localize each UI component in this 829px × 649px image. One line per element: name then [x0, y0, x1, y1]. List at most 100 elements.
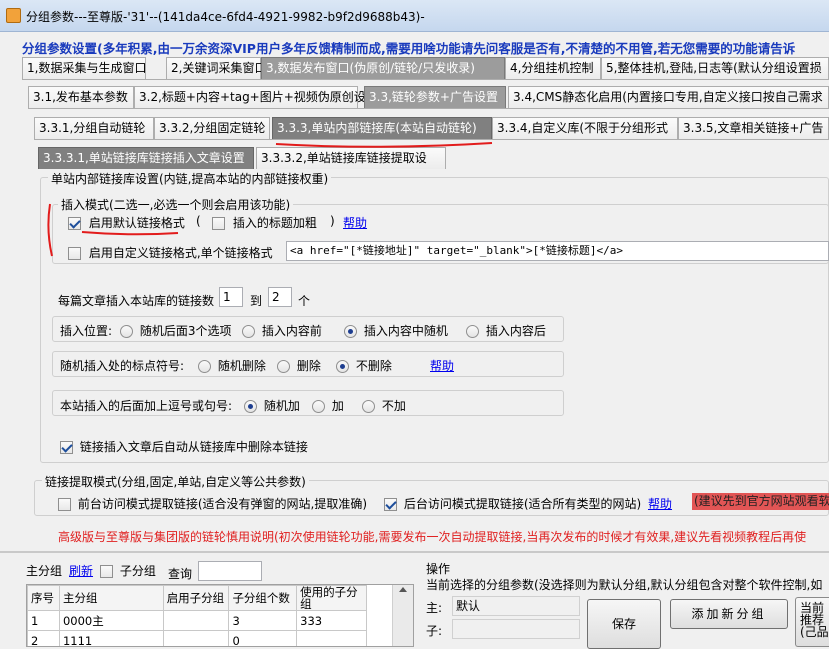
punct-keep-option[interactable]: 不删除	[336, 357, 392, 374]
sub-group-checkbox[interactable]	[100, 565, 113, 578]
scroll-up-icon[interactable]	[399, 587, 407, 592]
tabs-level4: 3.3.3.1,单站链接库链接插入文章设置 3.3.3.2,单站链接库链接提取设	[0, 147, 829, 169]
punct-keep-radio[interactable]	[336, 360, 349, 373]
table-row[interactable]: 1 0000主 3 333	[27, 610, 367, 631]
comma-random-radio[interactable]	[244, 400, 257, 413]
query-label: 查询	[168, 567, 193, 581]
divider	[28, 108, 829, 109]
tab-custom-library[interactable]: 3.3.4,自定义库(不限于分组形式	[492, 117, 678, 139]
frontend-extract-checkbox[interactable]	[58, 498, 71, 511]
sub-group-option[interactable]: 子分组	[100, 562, 156, 579]
paren-close: )	[330, 214, 335, 228]
group-table-container: 序号 主分组 启用子分组 子分组个数 使用的子分组 1 0000主 3 333 …	[26, 584, 414, 647]
paren-open: (	[196, 214, 201, 228]
bold-title-option[interactable]: 插入的标题加粗	[212, 214, 317, 231]
tab-publish-basic[interactable]: 3.1,发布基本参数	[28, 86, 134, 108]
tab-group-auto-wheel[interactable]: 3.3.1,分组自动链轮	[34, 117, 154, 139]
tab-overall-settings[interactable]: 5,整体挂机,登陆,日志等(默认分组设置损	[601, 57, 829, 79]
auto-delete-checkbox[interactable]	[60, 441, 73, 454]
backend-extract-checkbox[interactable]	[384, 498, 397, 511]
ops-main-value: 默认	[452, 596, 580, 616]
links-max-input[interactable]: 2	[268, 287, 292, 307]
ops-title: 操作	[426, 562, 451, 576]
cell-used-sub: 333	[296, 610, 367, 631]
frontend-extract-option[interactable]: 前台访问模式提取链接(适合没有弹窗的网站,提取准确)	[58, 495, 367, 512]
cell-sub-count: 0	[228, 630, 298, 646]
position-middle-option[interactable]: 插入内容中随机	[344, 322, 448, 339]
position-after-option[interactable]: 插入内容后	[466, 322, 546, 339]
tab-cms-static[interactable]: 3.4,CMS静态化启用(内置接口专用,自定义接口按自己需求	[508, 86, 829, 108]
tab-insert-settings[interactable]: 3.3.3.1,单站链接库链接插入文章设置	[38, 147, 254, 169]
default-format-option[interactable]: 启用默认链接格式	[68, 214, 185, 231]
ops-sub-value	[452, 619, 580, 639]
cell-enable-sub	[162, 630, 230, 646]
comma-add-option[interactable]: 加	[312, 397, 344, 414]
punct-delete-radio[interactable]	[277, 360, 290, 373]
position-after-radio[interactable]	[466, 325, 479, 338]
tab-group-fixed-wheel[interactable]: 3.3.2,分组固定链轮	[154, 117, 270, 139]
comma-random-option[interactable]: 随机加	[244, 397, 300, 414]
app-icon	[6, 8, 21, 23]
punctuation-label: 随机插入处的标点符号:	[60, 359, 185, 373]
cell-used-sub	[296, 630, 367, 646]
position-middle-radio[interactable]	[344, 325, 357, 338]
cell-main-group: 1111	[58, 630, 164, 646]
tab-group-control[interactable]: 4,分组挂机控制	[505, 57, 601, 79]
tab-data-publish[interactable]: 3,数据发布窗口(伪原创/链轮/只发收录)	[261, 57, 505, 79]
col-header-main-group[interactable]: 主分组	[58, 585, 164, 611]
position-random3-radio[interactable]	[120, 325, 133, 338]
custom-format-checkbox[interactable]	[68, 247, 81, 260]
section-divider	[0, 551, 829, 553]
comma-add-radio[interactable]	[312, 400, 325, 413]
position-before-radio[interactable]	[242, 325, 255, 338]
tabs-level3: 3.3.1,分组自动链轮 3.3.2,分组固定链轮 3.3.3,单站内部链接库(…	[0, 117, 829, 139]
tab-data-collection[interactable]: 1,数据采集与生成窗口	[22, 57, 146, 79]
punct-delete-option[interactable]: 删除	[277, 357, 321, 374]
custom-format-option[interactable]: 启用自定义链接格式,单个链接格式	[68, 244, 273, 261]
refresh-link[interactable]: 刷新	[69, 562, 93, 579]
table-row[interactable]: 2 1111 0	[27, 630, 367, 646]
tab-related-links-ads[interactable]: 3.3.5,文章相关链接+广告	[678, 117, 829, 139]
comma-none-radio[interactable]	[362, 400, 375, 413]
position-middle-label: 插入内容中随机	[363, 324, 448, 338]
cell-enable-sub	[162, 610, 230, 631]
add-group-button[interactable]: 添加新分组	[670, 599, 788, 629]
group-table: 序号 主分组 启用子分组 子分组个数 使用的子分组 1 0000主 3 333 …	[27, 585, 367, 646]
col-header-enable-sub[interactable]: 启用子分组	[162, 585, 230, 611]
current-recommend-button[interactable]: 当前 推荐 (己品	[795, 597, 829, 647]
query-input[interactable]	[198, 561, 262, 581]
tab-keyword-collection[interactable]: 2,关键词采集窗口	[166, 57, 266, 79]
backend-extract-option[interactable]: 后台访问模式提取链接(适合所有类型的网站)	[384, 495, 641, 512]
position-before-option[interactable]: 插入内容前	[242, 322, 322, 339]
tab-extract-settings[interactable]: 3.3.3.2,单站链接库链接提取设	[256, 147, 446, 169]
comma-add-label: 加	[331, 399, 344, 413]
help-link-extract[interactable]: 帮助	[648, 495, 672, 512]
custom-format-input[interactable]: <a href="[*链接地址]" target="_blank">[*链接标题…	[286, 241, 829, 261]
bold-title-checkbox[interactable]	[212, 217, 225, 230]
frontend-extract-label: 前台访问模式提取链接(适合没有弹窗的网站,提取准确)	[77, 497, 368, 511]
table-scrollbar[interactable]	[392, 585, 413, 646]
save-button[interactable]: 保存	[587, 599, 661, 649]
punct-random-option[interactable]: 随机删除	[198, 357, 266, 374]
comma-none-option[interactable]: 不加	[362, 397, 406, 414]
auto-delete-option[interactable]: 链接插入文章后自动从链接库中删除本链接	[60, 438, 308, 455]
punct-random-radio[interactable]	[198, 360, 211, 373]
help-link-punctuation[interactable]: 帮助	[430, 357, 454, 374]
help-link-insert-mode[interactable]: 帮助	[343, 214, 367, 231]
position-random3-option[interactable]: 随机后面3个选项	[120, 322, 231, 339]
col-header-sub-count[interactable]: 子分组个数	[228, 585, 298, 611]
settings-group-title: 单站内部链接库设置(内链,提高本站的内部链接权重)	[48, 170, 332, 187]
tab-title-content-spin[interactable]: 3.2,标题+内容+tag+图片+视频伪原创设	[134, 86, 366, 108]
tab-link-wheel[interactable]: 3.3,链轮参数+广告设置	[364, 86, 506, 108]
col-header-index[interactable]: 序号	[27, 585, 60, 611]
links-min-input[interactable]: 1	[219, 287, 243, 307]
insert-mode-title: 插入模式(二选一,必选一个则会启用该功能)	[58, 196, 294, 213]
cell-main-group: 0000主	[58, 610, 164, 631]
auto-delete-label: 链接插入文章后自动从链接库中删除本链接	[79, 440, 308, 454]
default-format-checkbox[interactable]	[68, 217, 81, 230]
links-per-article-label: 每篇文章插入本站库的链接数	[58, 294, 215, 308]
comma-none-label: 不加	[381, 399, 406, 413]
tab-site-internal-links[interactable]: 3.3.3,单站内部链接库(本站自动链轮)	[272, 117, 492, 139]
table-header-row: 序号 主分组 启用子分组 子分组个数 使用的子分组	[27, 585, 367, 611]
col-header-used-sub[interactable]: 使用的子分组	[296, 585, 367, 611]
